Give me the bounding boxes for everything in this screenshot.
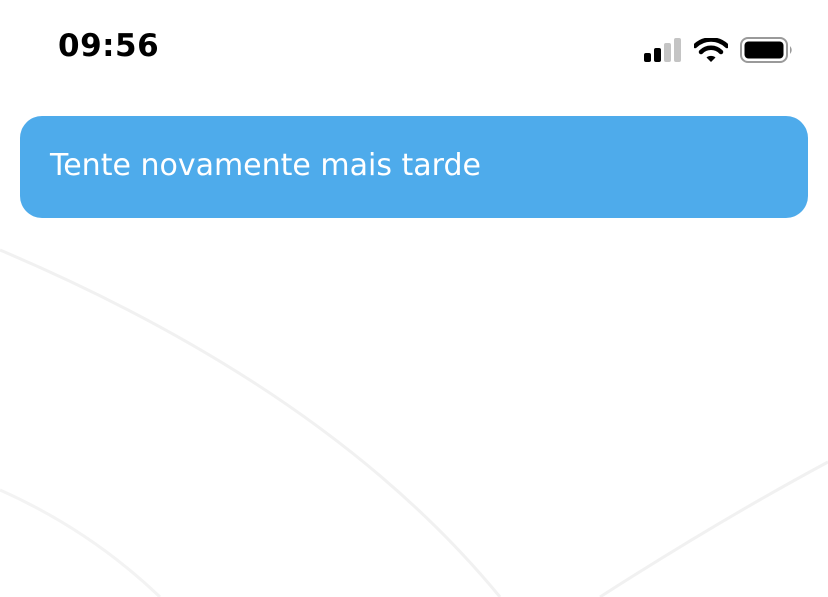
toast-message: Tente novamente mais tarde: [50, 147, 481, 183]
cellular-signal-icon: [644, 38, 681, 62]
error-toast[interactable]: Tente novamente mais tarde: [20, 116, 808, 218]
status-time: 09:56: [58, 28, 160, 64]
status-bar: 09:56: [0, 0, 828, 100]
battery-icon: [740, 37, 792, 63]
wifi-icon: [694, 38, 728, 62]
status-icons: [644, 36, 794, 64]
app-screen: 09:56 Tente novamente mais tarde: [0, 0, 828, 597]
